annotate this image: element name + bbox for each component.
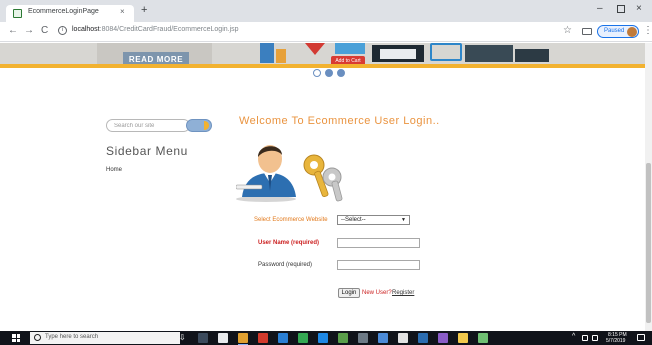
cast-icon[interactable] <box>582 28 592 35</box>
new-user-text: New User? <box>362 290 392 296</box>
slider-dot[interactable] <box>325 69 333 77</box>
page-viewport: READ MORE Add to Cart Sidebar <box>0 43 652 331</box>
username-input[interactable] <box>337 238 420 248</box>
site-info-icon[interactable]: i <box>58 26 67 35</box>
back-button[interactable]: ← <box>8 25 18 36</box>
price-tag-icon <box>305 43 325 55</box>
password-input[interactable] <box>337 260 420 270</box>
chrome-browser-icon[interactable] <box>238 333 248 345</box>
bookmark-star-icon[interactable]: ☆ <box>563 25 572 36</box>
clock-date[interactable]: 5/7/2019 <box>606 338 625 344</box>
volume-icon[interactable] <box>592 335 598 341</box>
notifications-icon[interactable] <box>637 334 645 341</box>
chevron-down-icon: ▼ <box>401 217 406 223</box>
slider-dot[interactable] <box>337 69 345 77</box>
browser-menu-icon[interactable]: ⋮ <box>643 25 652 36</box>
page-favicon-icon <box>13 9 22 18</box>
sidebar-item-home[interactable]: Home <box>106 167 122 173</box>
taskbar-search-box[interactable]: Type here to search <box>30 332 180 344</box>
sidebar-search <box>106 119 212 132</box>
username-label: User Name (required) <box>258 240 320 246</box>
login-button[interactable]: Login <box>338 288 360 298</box>
taskbar-app-icon[interactable] <box>298 333 308 343</box>
tray-chevron-up-icon[interactable]: ^ <box>572 333 575 340</box>
maximize-window-button[interactable] <box>617 5 625 13</box>
taskbar-search-placeholder: Type here to search <box>45 334 99 340</box>
website-select-value: --Select-- <box>341 217 366 223</box>
url-host: localhost <box>72 26 100 33</box>
taskbar-app-icon[interactable] <box>398 333 408 343</box>
address-bar[interactable]: i localhost:8084/CreditCardFraud/Ecommer… <box>54 24 560 39</box>
read-more-label: READ MORE <box>128 55 184 64</box>
password-label: Password (required) <box>258 262 313 268</box>
visual-studio-icon[interactable] <box>318 333 328 343</box>
reload-button[interactable]: C <box>41 25 48 36</box>
laptop-screen <box>380 49 416 59</box>
profile-status-label: Paused <box>604 28 625 34</box>
payment-terminal-icon <box>515 49 549 62</box>
shopping-cart-icon <box>430 43 462 61</box>
taskbar-app-icon[interactable] <box>378 333 388 343</box>
minimize-window-button[interactable]: – <box>597 3 603 14</box>
taskbar-app-icon[interactable] <box>458 333 468 343</box>
banner-strip <box>0 64 645 68</box>
forward-button[interactable]: → <box>24 25 34 36</box>
sidebar-title: Sidebar Menu <box>106 144 188 158</box>
edge-browser-icon[interactable] <box>218 333 228 343</box>
browser-toolbar: ← → C i localhost:8084/CreditCardFraud/E… <box>0 22 652 42</box>
taskbar-app-icon[interactable] <box>258 333 268 343</box>
taskbar-app-icon[interactable] <box>478 333 488 343</box>
microphone-icon[interactable]: ⇩ <box>179 333 186 342</box>
user-with-keys-icon <box>236 145 343 202</box>
register-link[interactable]: Register <box>392 290 414 296</box>
screen: EcommerceLoginPage × + – × ← → C i local… <box>0 0 652 345</box>
browser-tab-bar: EcommerceLoginPage × + – × <box>0 0 652 22</box>
url-path: :8084/CreditCardFraud/EcommerceLogin.jsp <box>99 26 239 33</box>
browser-tab[interactable]: EcommerceLoginPage × <box>6 5 134 22</box>
banner-slider: READ MORE Add to Cart <box>0 43 645 68</box>
task-view-icon[interactable] <box>198 333 208 343</box>
taskbar-app-icon[interactable] <box>438 333 448 343</box>
page-scrollbar[interactable] <box>645 43 652 331</box>
new-tab-button[interactable]: + <box>141 4 147 16</box>
network-icon[interactable] <box>582 335 588 341</box>
windows-start-icon[interactable] <box>12 334 20 342</box>
taskbar-app-icon[interactable] <box>338 333 348 343</box>
product-box-icon <box>260 43 274 63</box>
scrollbar-thumb[interactable] <box>646 163 651 323</box>
shop-item-icon <box>335 43 365 54</box>
product-bag-icon <box>276 49 286 63</box>
search-button[interactable] <box>186 119 212 132</box>
close-window-button[interactable]: × <box>636 3 642 14</box>
word-icon[interactable] <box>418 333 428 343</box>
taskbar: Type here to search ⇩ ^ 8:15 PM 5/7/2019 <box>0 331 652 345</box>
file-explorer-icon[interactable] <box>278 333 288 343</box>
credit-card-icon <box>465 45 513 62</box>
url-text: localhost:8084/CreditCardFraud/Ecommerce… <box>72 26 239 33</box>
page-title: Welcome To Ecommerce User Login.. <box>239 115 440 127</box>
website-label: Select Ecommerce Website <box>254 217 328 223</box>
tab-close-icon[interactable]: × <box>120 7 125 16</box>
search-input[interactable] <box>106 119 190 132</box>
cortana-icon <box>34 334 41 341</box>
tab-title: EcommerceLoginPage <box>28 8 99 15</box>
website-select[interactable]: --Select-- ▼ <box>337 215 410 225</box>
profile-button[interactable]: Paused <box>597 25 639 38</box>
taskbar-app-icon[interactable] <box>358 333 368 343</box>
profile-avatar <box>627 27 637 37</box>
slider-dot[interactable] <box>313 69 321 77</box>
slider-dots <box>313 69 347 79</box>
